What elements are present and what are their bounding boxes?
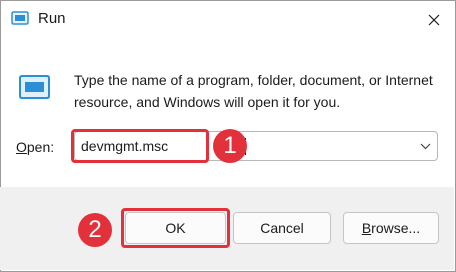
browse-label-rest: rowse...	[371, 220, 421, 236]
open-label-mnemonic: O	[16, 139, 27, 155]
browse-mnemonic: B	[361, 220, 372, 236]
input-highlight-box	[71, 129, 209, 163]
close-icon	[428, 14, 440, 26]
browse-button[interactable]: Browse...	[343, 212, 439, 244]
chevron-down-icon[interactable]	[420, 143, 431, 150]
dialog-description: Type the name of a program, folder, docu…	[74, 72, 433, 110]
open-label-rest: pen:	[26, 139, 55, 155]
title-bar[interactable]: Run	[1, 1, 455, 39]
ok-highlight-box	[121, 208, 230, 248]
run-app-icon	[11, 11, 29, 25]
window-title: Run	[38, 10, 66, 27]
open-label: Open:	[16, 139, 54, 155]
step-badge-1: 1	[213, 129, 247, 163]
run-program-icon	[19, 75, 50, 99]
step-badge-2: 2	[78, 213, 112, 247]
cancel-button[interactable]: Cancel	[233, 212, 331, 244]
close-button[interactable]	[417, 5, 451, 35]
